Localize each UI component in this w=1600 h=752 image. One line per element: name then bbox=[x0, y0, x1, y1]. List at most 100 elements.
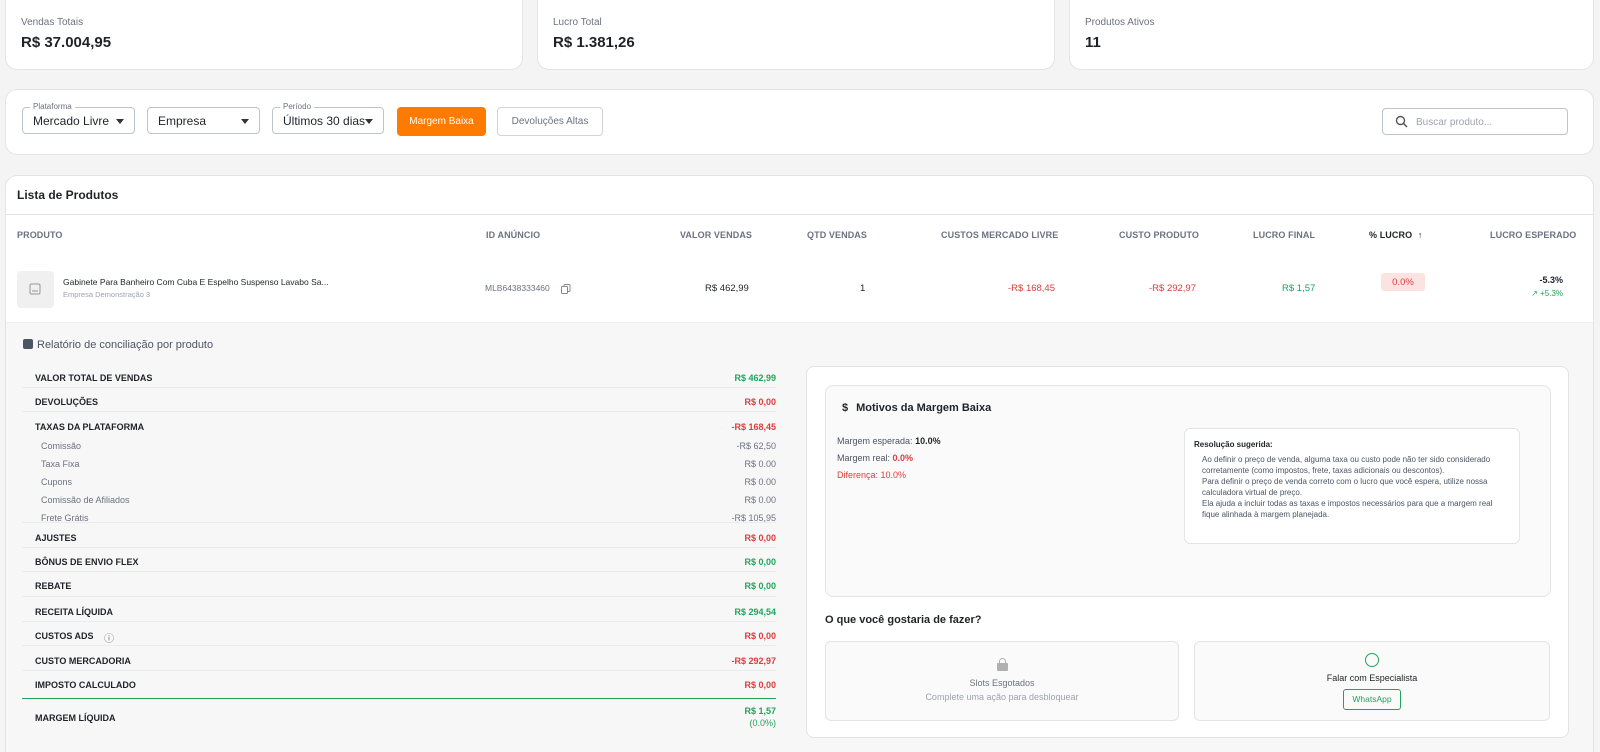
report-separator bbox=[22, 571, 776, 572]
report-row-label: CUSTO MERCADORIA bbox=[35, 656, 131, 666]
report-separator bbox=[22, 596, 776, 597]
report-row: CUSTOS ADS ⓘ R$ 0,00 bbox=[22, 627, 776, 645]
report-separator bbox=[22, 670, 776, 671]
stat-label: Lucro Total bbox=[553, 17, 602, 28]
anuncio-id: MLB6438333460 bbox=[485, 283, 550, 293]
report-separator bbox=[22, 645, 776, 646]
lucro-esperado-trend: ↗ +5.3% bbox=[1531, 289, 1563, 298]
report-row-value: -R$ 62,50 bbox=[736, 441, 776, 451]
header-custo-produto[interactable]: CUSTO PRODUTO bbox=[1119, 230, 1199, 240]
report-row: Cupons R$ 0.00 bbox=[22, 473, 776, 491]
list-title: Lista de Produtos bbox=[17, 188, 119, 202]
stat-card-vendas: Vendas Totais R$ 37.004,95 bbox=[5, 0, 523, 70]
especialista-card[interactable]: Falar com Especialista WhatsApp bbox=[1194, 641, 1550, 721]
resolucao-p3: Ela ajuda a incluir todas as taxas e imp… bbox=[1202, 499, 1493, 519]
report-row: RECEITA LÍQUIDA R$ 294,54 bbox=[22, 603, 776, 621]
lucro-esperado-trend-value: +5.3% bbox=[1540, 289, 1563, 298]
header-valor-vendas[interactable]: VALOR VENDAS bbox=[680, 230, 752, 240]
report-row-value: -R$ 168,45 bbox=[731, 422, 776, 432]
devolucoes-altas-button[interactable]: Devoluções Altas bbox=[497, 107, 603, 136]
whatsapp-icon bbox=[1365, 653, 1379, 667]
sort-arrow-icon: ↑ bbox=[1417, 230, 1423, 240]
search-placeholder: Buscar produto... bbox=[1416, 117, 1493, 128]
report-row-value: -R$ 105,95 bbox=[731, 513, 776, 523]
resolucao-p2: Para definir o preço de venda correto co… bbox=[1202, 477, 1488, 497]
report-row-value: R$ 0,00 bbox=[744, 533, 776, 543]
lock-icon bbox=[996, 658, 1008, 671]
periodo-legend: Período bbox=[280, 102, 315, 112]
margem-real: Margem real: 0.0% bbox=[837, 453, 913, 463]
empresa-select[interactable]: Empresa bbox=[147, 107, 260, 134]
pct-lucro-value: 0.0% bbox=[1392, 276, 1414, 288]
report-row-value: R$ 0,00 bbox=[744, 631, 776, 641]
diferenca: Diferença: 10.0% bbox=[837, 470, 907, 480]
report-row: Comissão -R$ 62,50 bbox=[22, 437, 776, 455]
report-row-label: Taxa Fixa bbox=[41, 459, 80, 469]
margem-liquida-label: MARGEM LÍQUIDA bbox=[35, 713, 116, 723]
stat-value: R$ 37.004,95 bbox=[21, 34, 112, 51]
slots-title: Slots Esgotados bbox=[969, 678, 1035, 688]
report-row: Frete Grátis -R$ 105,95 bbox=[22, 509, 776, 527]
report-row-label: VALOR TOTAL DE VENDAS bbox=[35, 373, 153, 383]
periodo-value: Últimos 30 dias bbox=[283, 114, 366, 128]
copy-icon[interactable] bbox=[561, 284, 571, 294]
trend-up-icon: ↗ bbox=[1531, 289, 1541, 298]
resolucao-title: Resolução sugerida: bbox=[1194, 440, 1273, 449]
chevron-down-icon bbox=[365, 119, 373, 124]
margem-baixa-button[interactable]: Margem Baixa bbox=[397, 107, 486, 136]
slots-subtitle: Complete uma ação para desbloquear bbox=[925, 692, 1079, 702]
info-icon[interactable]: ⓘ bbox=[104, 630, 114, 645]
report-row: CUSTO MERCADORIA -R$ 292,97 bbox=[22, 652, 776, 670]
report-row-label: RECEITA LÍQUIDA bbox=[35, 607, 113, 617]
report-row-label: CUSTOS ADS bbox=[35, 631, 94, 641]
report-row-value: R$ 462,99 bbox=[734, 373, 776, 383]
margem-real-value: 0.0% bbox=[892, 453, 914, 463]
product-company: Empresa Demonstração 3 bbox=[63, 290, 151, 299]
report-row: DEVOLUÇÕES R$ 0,00 bbox=[22, 393, 776, 411]
slots-esgotados-card: Slots Esgotados Complete uma ação para d… bbox=[825, 641, 1179, 721]
header-lucro-final[interactable]: LUCRO FINAL bbox=[1253, 230, 1315, 240]
report-row-value: R$ 0.00 bbox=[744, 459, 776, 469]
stat-value: R$ 1.381,26 bbox=[553, 34, 635, 51]
especialista-title: Falar com Especialista bbox=[1326, 673, 1418, 683]
whatsapp-button[interactable]: WhatsApp bbox=[1343, 689, 1401, 710]
report-row-label: IMPOSTO CALCULADO bbox=[35, 680, 136, 690]
report-row: BÔNUS DE ENVIO FLEX R$ 0,00 bbox=[22, 553, 776, 571]
table-row[interactable]: Gabinete Para Banheiro Com Cuba E Espelh… bbox=[5, 260, 1594, 322]
report-row: TAXAS DA PLATAFORMA -R$ 168,45 bbox=[22, 418, 776, 436]
header-pct-lucro[interactable]: % LUCRO ↑ bbox=[1369, 230, 1422, 240]
header-lucro-esperado[interactable]: LUCRO ESPERADO bbox=[1490, 230, 1576, 240]
pct-lucro-badge: 0.0% bbox=[1381, 273, 1425, 291]
header-produto[interactable]: PRODUTO bbox=[17, 230, 63, 240]
report-row: IMPOSTO CALCULADO R$ 0,00 bbox=[22, 676, 776, 694]
report-title: Relatório de conciliação por produto bbox=[37, 339, 214, 351]
resolucao-p1: Ao definir o preço de venda, alguma taxa… bbox=[1202, 455, 1491, 475]
plataforma-legend: Plataforma bbox=[30, 102, 75, 112]
stat-value: 11 bbox=[1085, 34, 1101, 51]
report-row-label: Cupons bbox=[41, 477, 73, 487]
report-row-label: DEVOLUÇÕES bbox=[35, 397, 99, 407]
report-row-value: R$ 0,00 bbox=[744, 581, 776, 591]
header-qtd-vendas[interactable]: QTD VENDAS bbox=[807, 230, 867, 240]
header-custos-ml[interactable]: CUSTOS MERCADO LIVRE bbox=[941, 230, 1058, 240]
report-separator bbox=[22, 621, 776, 622]
search-input[interactable]: Buscar produto... bbox=[1382, 108, 1568, 135]
product-thumbnail bbox=[17, 271, 54, 308]
product-name[interactable]: Gabinete Para Banheiro Com Cuba E Espelh… bbox=[63, 277, 329, 287]
periodo-select[interactable]: Período Últimos 30 dias bbox=[272, 102, 384, 134]
report-row-value: R$ 0,00 bbox=[744, 680, 776, 690]
plataforma-select[interactable]: Plataforma Mercado Livre bbox=[22, 102, 135, 134]
report-row: AJUSTES R$ 0,00 bbox=[22, 529, 776, 547]
lucro-final: R$ 1,57 bbox=[1282, 283, 1316, 294]
header-id-anuncio[interactable]: ID ANÚNCIO bbox=[486, 230, 540, 240]
custo-produto: -R$ 292,97 bbox=[1149, 283, 1197, 294]
report-row-label: Comissão bbox=[41, 441, 82, 451]
resolucao-box: Resolução sugerida: Ao definir o preço d… bbox=[1184, 428, 1520, 544]
motivos-title: $ Motivos da Margem Baixa bbox=[842, 402, 991, 414]
margem-esperada: Margem esperada: 10.0% bbox=[837, 436, 941, 446]
report-separator bbox=[22, 547, 776, 548]
stat-label: Vendas Totais bbox=[21, 17, 84, 28]
stat-card-lucro: Lucro Total R$ 1.381,26 bbox=[537, 0, 1055, 70]
empresa-value: Empresa bbox=[158, 114, 207, 128]
margem-real-label: Margem real: bbox=[837, 453, 891, 463]
